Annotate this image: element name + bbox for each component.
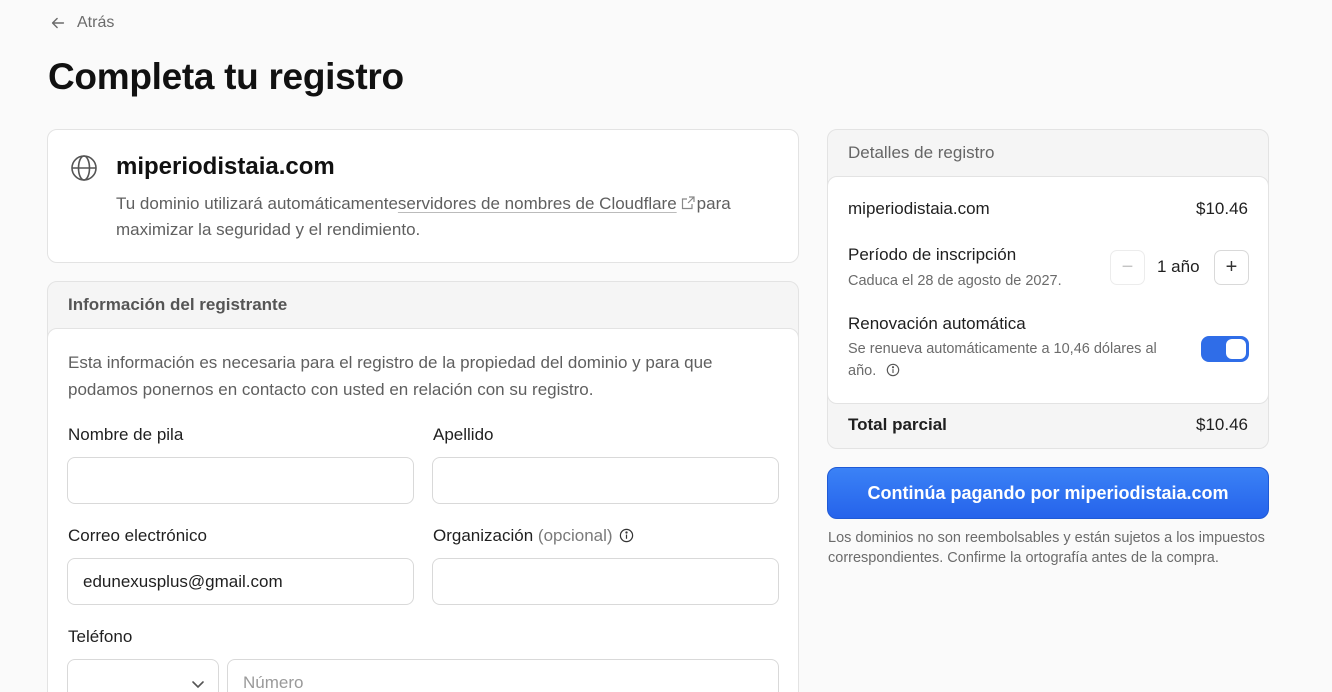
info-icon[interactable] — [886, 363, 900, 377]
details-domain-price: $10.46 — [1196, 199, 1248, 218]
details-header: Detalles de registro — [848, 143, 995, 162]
desc-before: Tu dominio utilizará automáticamente — [116, 194, 398, 213]
phone-number-input[interactable] — [227, 659, 779, 692]
registrant-header: Información del registrante — [68, 295, 288, 314]
domain-name: miperiodistaia.com — [116, 153, 335, 180]
period-increase-button[interactable]: + — [1214, 250, 1249, 285]
domain-card: miperiodistaia.com Tu dominio utilizará … — [47, 129, 799, 263]
toggle-knob — [1226, 339, 1246, 359]
registrant-card: Información del registrante Esta informa… — [47, 281, 799, 692]
continue-payment-button[interactable]: Continúa pagando por miperiodistaia.com — [827, 467, 1269, 519]
back-link[interactable]: Atrás — [49, 14, 114, 32]
cloudflare-nameservers-link[interactable]: servidores de nombres de Cloudflare — [398, 194, 677, 213]
last-name-input[interactable] — [432, 457, 779, 504]
arrow-left-icon — [51, 17, 65, 29]
period-expiry: Caduca el 28 de agosto de 2027. — [848, 273, 1062, 289]
period-label: Período de inscripción — [848, 245, 1017, 264]
external-link-icon — [681, 196, 695, 210]
optional-tag: (opcional) — [537, 526, 613, 545]
subtotal-value: $10.46 — [1196, 415, 1248, 434]
registrant-intro: Esta información es necesaria para el re… — [68, 353, 713, 399]
email-input[interactable] — [67, 558, 414, 605]
subtotal-label: Total parcial — [848, 415, 947, 434]
registration-details: Detalles de registro miperiodistaia.com … — [827, 129, 1269, 449]
last-name-label: Apellido — [433, 425, 494, 444]
details-body: miperiodistaia.com $10.46 Período de ins… — [828, 176, 1268, 404]
back-label: Atrás — [77, 14, 115, 31]
info-icon[interactable] — [619, 528, 634, 543]
auto-renew-desc-line2: año. — [848, 363, 877, 379]
registrant-form: Esta información es necesaria para el re… — [48, 328, 798, 692]
organization-label-text: Organización — [433, 526, 534, 545]
globe-icon — [71, 155, 97, 181]
page-title: Completa tu registro — [48, 56, 404, 97]
email-label: Correo electrónico — [68, 526, 207, 545]
period-value: 1 año — [1157, 257, 1200, 276]
auto-renew-description: Se renueva automáticamente a 10,46 dólar… — [848, 338, 1157, 382]
auto-renew-desc-line1: Se renueva automáticamente a 10,46 dólar… — [848, 341, 1157, 357]
period-decrease-button[interactable]: − — [1110, 250, 1145, 285]
details-domain-name: miperiodistaia.com — [848, 199, 990, 218]
refund-disclaimer: Los dominios no son reembolsables y está… — [828, 530, 1265, 566]
auto-renew-toggle[interactable] — [1201, 336, 1249, 362]
organization-label: Organización (opcional) — [433, 526, 634, 546]
chevron-down-icon — [192, 681, 204, 689]
phone-label: Teléfono — [68, 627, 133, 646]
auto-renew-label: Renovación automática — [848, 314, 1026, 333]
first-name-label: Nombre de pila — [68, 425, 184, 444]
organization-input[interactable] — [432, 558, 779, 605]
nameserver-description: Tu dominio utilizará automáticamenteserv… — [116, 191, 786, 243]
phone-country-select[interactable] — [67, 659, 219, 692]
first-name-input[interactable] — [67, 457, 414, 504]
